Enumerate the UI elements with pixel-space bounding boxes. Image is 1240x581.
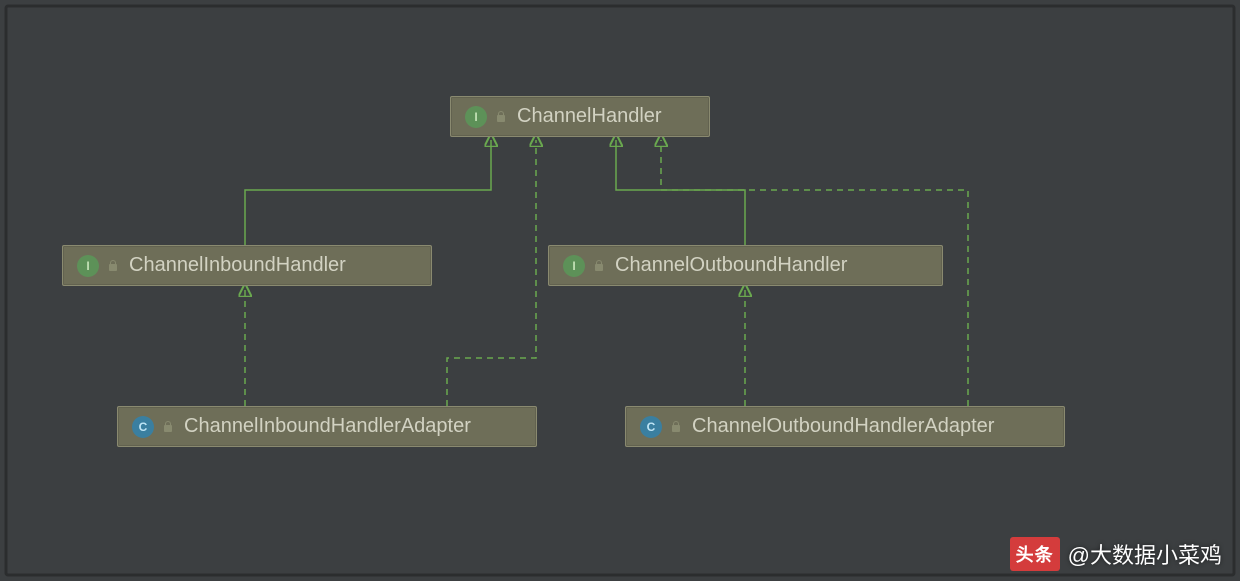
- watermark: 头条 @大数据小菜鸡: [1010, 537, 1222, 571]
- class-icon: C: [132, 416, 154, 438]
- lock-icon: [593, 259, 607, 273]
- interface-icon: I: [77, 255, 99, 277]
- node-label: ChannelOutboundHandlerAdapter: [692, 415, 994, 438]
- lock-icon: [162, 420, 176, 434]
- lock-icon: [670, 420, 684, 434]
- node-channel-outbound-handler[interactable]: I ChannelOutboundHandler: [548, 245, 943, 286]
- node-label: ChannelInboundHandlerAdapter: [184, 415, 471, 438]
- lock-icon: [107, 259, 121, 273]
- interface-icon: I: [465, 106, 487, 128]
- node-label: ChannelInboundHandler: [129, 254, 346, 277]
- lock-icon: [495, 110, 509, 124]
- edge-inadp-root: [447, 140, 536, 406]
- edge-inh-root: [245, 140, 491, 245]
- node-channel-handler[interactable]: I ChannelHandler: [450, 96, 710, 137]
- node-channel-outbound-handler-adapter[interactable]: C ChannelOutboundHandlerAdapter: [625, 406, 1065, 447]
- node-label: ChannelOutboundHandler: [615, 254, 847, 277]
- watermark-text: @大数据小菜鸡: [1068, 538, 1222, 570]
- edge-outh-root: [616, 140, 745, 245]
- node-channel-inbound-handler-adapter[interactable]: C ChannelInboundHandlerAdapter: [117, 406, 537, 447]
- watermark-logo: 头条: [1010, 537, 1060, 571]
- node-label: ChannelHandler: [517, 105, 662, 128]
- class-icon: C: [640, 416, 662, 438]
- interface-icon: I: [563, 255, 585, 277]
- node-channel-inbound-handler[interactable]: I ChannelInboundHandler: [62, 245, 432, 286]
- connector-layer: [0, 0, 1240, 581]
